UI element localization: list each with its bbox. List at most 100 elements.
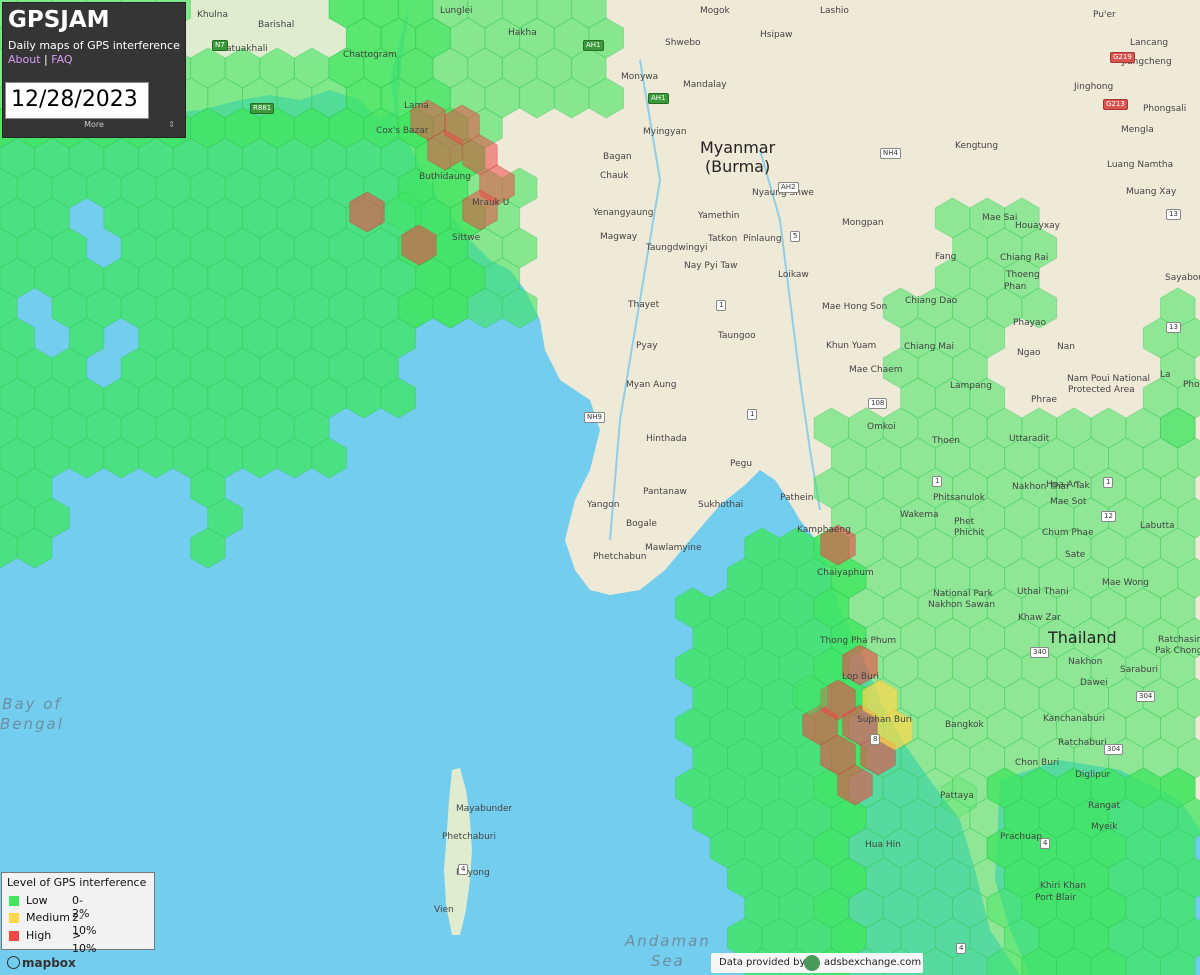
road-shield: 8 bbox=[870, 734, 881, 745]
place-label: Phrae bbox=[1031, 395, 1057, 405]
more-label: More bbox=[84, 120, 104, 129]
place-label: Chauk bbox=[600, 171, 629, 181]
about-link[interactable]: About bbox=[8, 53, 41, 66]
place-label: Tatkon bbox=[708, 234, 738, 244]
road-shield: 1 bbox=[1103, 477, 1114, 488]
place-label: Khulna bbox=[197, 10, 229, 20]
mapbox-logo[interactable]: mapbox bbox=[7, 956, 76, 970]
place-label: Mae Chaem bbox=[849, 365, 903, 375]
date-value: 12/28/2023 bbox=[11, 87, 138, 112]
mapbox-label: mapbox bbox=[22, 956, 76, 970]
place-label: Luang Namtha bbox=[1107, 160, 1174, 170]
place-label: Chiang Rai bbox=[1000, 253, 1049, 263]
attribution-prefix: Data provided by bbox=[719, 957, 806, 968]
place-label: Wakema bbox=[900, 510, 939, 520]
header-links: About | FAQ bbox=[8, 53, 73, 66]
road-shield: AH1 bbox=[648, 93, 669, 104]
place-label: Khun Yuam bbox=[826, 341, 877, 351]
place-label: Labutta bbox=[1140, 521, 1175, 531]
place-label: Mogok bbox=[700, 6, 730, 16]
road-shield: G213 bbox=[1103, 99, 1128, 110]
app-subtitle: Daily maps of GPS interference bbox=[8, 39, 180, 52]
place-label: Chum Phae bbox=[1042, 528, 1094, 538]
place-label: Myeik bbox=[1091, 822, 1118, 832]
place-label: Kamphaeng bbox=[797, 525, 851, 535]
place-label: Nay Pyi Taw bbox=[684, 261, 738, 271]
place-label: Mae Hong Son bbox=[822, 302, 888, 312]
place-label: Sukhothai bbox=[698, 500, 744, 510]
road-shield: 4 bbox=[458, 864, 469, 875]
place-label: Protected Area bbox=[1068, 385, 1135, 395]
place-label: Nam Poui National bbox=[1067, 374, 1151, 384]
legend-range-high: > 10% bbox=[72, 929, 97, 955]
road-shield: NH9 bbox=[584, 412, 605, 423]
place-label: Sayaboury bbox=[1165, 273, 1200, 283]
place-label: Sate bbox=[1065, 550, 1086, 560]
place-label: Chattogram bbox=[343, 50, 397, 60]
place-label: Mengla bbox=[1121, 125, 1154, 135]
map-canvas[interactable]: Myanmar (Burma) Thailand Bay of Bengal A… bbox=[0, 0, 1200, 975]
faq-link[interactable]: FAQ bbox=[51, 53, 72, 66]
place-label: Yenangyaung bbox=[593, 208, 654, 218]
place-label: La bbox=[1160, 370, 1171, 380]
place-label: Yamethin bbox=[698, 211, 740, 221]
place-label: Jinghong bbox=[1074, 82, 1114, 92]
date-selector[interactable]: 12/28/2023 bbox=[5, 82, 149, 119]
road-shield: 1 bbox=[716, 300, 727, 311]
place-label: Fang bbox=[935, 252, 957, 262]
place-label: Khaw Zar bbox=[1018, 613, 1061, 623]
legend-label-high: High bbox=[26, 929, 52, 942]
place-label: Pinlaung bbox=[743, 234, 782, 244]
place-label: Taungoo bbox=[718, 331, 756, 341]
place-label: Khiri Khan bbox=[1040, 881, 1086, 891]
place-label: National Park bbox=[933, 589, 993, 599]
more-button[interactable]: More bbox=[3, 120, 185, 129]
place-label: Mrauk U bbox=[472, 198, 510, 208]
place-label: Lancang bbox=[1130, 38, 1169, 48]
road-shield: 12 bbox=[1101, 511, 1116, 522]
road-shield: 1 bbox=[747, 409, 758, 420]
place-label: Pyay bbox=[636, 341, 658, 351]
place-label: Bangkok bbox=[945, 720, 984, 730]
place-label: Thoeng bbox=[1006, 270, 1040, 280]
place-label: Phetchabun bbox=[593, 552, 647, 562]
place-label: Thoen bbox=[932, 436, 960, 446]
place-label: Thong Pha Phum bbox=[820, 636, 897, 646]
road-shield: 4 bbox=[1040, 838, 1051, 849]
place-label: Mawlamyine bbox=[645, 543, 702, 553]
place-label: Barishal bbox=[258, 20, 295, 30]
place-label: Phan bbox=[1004, 282, 1027, 292]
link-separator: | bbox=[44, 53, 48, 66]
place-label: Ngao bbox=[1017, 348, 1041, 358]
road-shield: 304 bbox=[1104, 744, 1124, 755]
place-label: Nan bbox=[1057, 342, 1075, 352]
place-label: Mae Sai bbox=[982, 213, 1018, 223]
place-label: Yangon bbox=[587, 500, 620, 510]
place-label: Port Blair bbox=[1035, 893, 1077, 903]
place-label: Uthai Thani bbox=[1017, 587, 1069, 597]
road-shield: AH2 bbox=[778, 182, 799, 193]
place-label: Muang Xay bbox=[1126, 187, 1177, 197]
place-label: Ratchaburi bbox=[1058, 738, 1107, 748]
place-label: Nakhon Sawan bbox=[928, 600, 996, 610]
place-label: Ratchasima bbox=[1158, 635, 1200, 645]
place-label: Lashio bbox=[820, 6, 849, 16]
place-label: Hua Hin bbox=[865, 840, 901, 850]
place-label: Hinthada bbox=[646, 434, 687, 444]
place-label: Chiang Dao bbox=[905, 296, 958, 306]
place-label: Phitsanulok bbox=[933, 493, 985, 503]
legend-title: Level of GPS interference bbox=[7, 876, 147, 889]
place-label: Pattaya bbox=[940, 791, 974, 801]
attribution-provider-link[interactable]: adsbexchange.com bbox=[824, 957, 921, 968]
sea-label-bay-of-bengal: Bay of Bengal bbox=[0, 695, 64, 733]
country-label-thailand: Thailand bbox=[1048, 628, 1117, 647]
place-label: Saraburi bbox=[1120, 665, 1159, 675]
place-label: Bagan bbox=[603, 152, 632, 162]
place-label: Mayabunder bbox=[456, 804, 513, 814]
place-label: Sittwe bbox=[452, 233, 481, 243]
place-label: Omkoi bbox=[867, 422, 896, 432]
place-label: Nakhon bbox=[1068, 657, 1103, 667]
attribution-bar: Data provided by adsbexchange.com bbox=[711, 953, 923, 973]
place-label: Houayxay bbox=[1015, 221, 1060, 231]
place-label: Patuakhali bbox=[221, 44, 268, 54]
